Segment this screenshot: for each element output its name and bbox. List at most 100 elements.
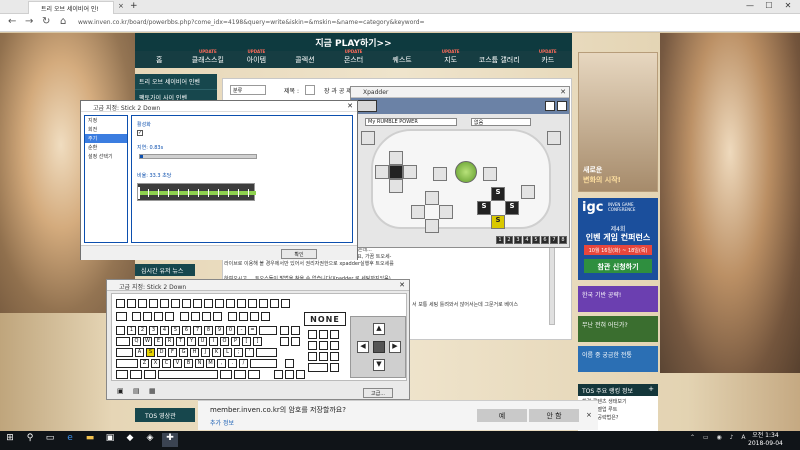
key-w[interactable]: W: [143, 337, 152, 346]
key-o[interactable]: O: [220, 337, 229, 346]
key[interactable]: [160, 299, 169, 308]
key-f[interactable]: [213, 312, 222, 321]
ad-banner[interactable]: 무난 전혀 어딘가?: [578, 316, 658, 342]
delay-slider[interactable]: [139, 154, 257, 159]
key-arrow-down[interactable]: [285, 370, 294, 379]
browser-tab[interactable]: 트리 오브 세이비어 인!: [28, 1, 114, 14]
key[interactable]: [182, 299, 191, 308]
key-numpad[interactable]: [330, 330, 339, 339]
home-icon[interactable]: ⌂: [60, 16, 66, 27]
key-comma[interactable]: ,: [217, 359, 226, 368]
stick1-center-button[interactable]: [389, 165, 403, 179]
igc-ad[interactable]: igc INVEN GAME CONFERENCE 제4회 인벤 게임 컨퍼런스…: [578, 198, 658, 280]
key-numpad[interactable]: [319, 330, 328, 339]
lb-button[interactable]: [361, 131, 375, 145]
advanced-button[interactable]: 고급...: [363, 388, 393, 398]
store-icon[interactable]: ▣: [102, 433, 118, 447]
key-p[interactable]: P: [231, 337, 240, 346]
key[interactable]: [281, 299, 290, 308]
key-win[interactable]: [130, 370, 142, 379]
page-number[interactable]: 7: [550, 236, 558, 244]
nav-item[interactable]: 홈: [135, 51, 184, 68]
nav-item[interactable]: UPDATE 카드: [524, 49, 573, 68]
close-icon[interactable]: ✕: [560, 88, 566, 96]
key-ctrl[interactable]: [116, 370, 128, 379]
key-numpad[interactable]: [319, 352, 328, 361]
mouse-right-icon[interactable]: ▶: [389, 341, 401, 353]
key-space[interactable]: [158, 370, 218, 379]
key-f[interactable]: [202, 312, 211, 321]
key-a[interactable]: A: [135, 348, 144, 357]
search-icon[interactable]: ⚲: [22, 433, 38, 447]
key-2[interactable]: 2: [138, 326, 147, 335]
title-select[interactable]: [305, 85, 315, 95]
stick1-down-button[interactable]: [389, 179, 403, 193]
key-f[interactable]: [132, 312, 141, 321]
key-f[interactable]: [239, 312, 248, 321]
settings-icon[interactable]: [545, 101, 555, 111]
tree-item[interactable]: 지정: [85, 116, 127, 125]
forward-icon[interactable]: →: [25, 16, 33, 27]
key-arrow-left[interactable]: [274, 370, 283, 379]
key-f[interactable]: [228, 312, 237, 321]
stick1-right-button[interactable]: [403, 165, 417, 179]
plus-icon[interactable]: +: [648, 385, 654, 393]
key[interactable]: [204, 299, 213, 308]
face-button-a[interactable]: S: [491, 215, 505, 229]
key-f[interactable]: [180, 312, 189, 321]
left-menu-news[interactable]: 심시간 유저 뉴스: [135, 264, 195, 276]
tree-item[interactable]: 설정 선택기: [85, 152, 127, 161]
key-6[interactable]: 6: [182, 326, 191, 335]
key-semicolon[interactable]: ;: [234, 348, 243, 357]
window-icon[interactable]: [557, 101, 567, 111]
key[interactable]: [237, 299, 246, 308]
gamepad-icon[interactable]: ▦: [149, 387, 156, 395]
key-d[interactable]: D: [157, 348, 166, 357]
tab-close-icon[interactable]: ×: [118, 2, 124, 10]
rate-waveform[interactable]: [137, 183, 256, 201]
key-y[interactable]: Y: [187, 337, 196, 346]
key-5[interactable]: 5: [171, 326, 180, 335]
mouse-down-icon[interactable]: ▼: [373, 359, 385, 371]
dpad-down-button[interactable]: [425, 219, 439, 233]
close-icon[interactable]: ✕: [347, 102, 353, 110]
key[interactable]: [259, 299, 268, 308]
folder-icon[interactable]: ▬: [82, 433, 98, 447]
set-select[interactable]: 없음: [471, 118, 531, 126]
page-number[interactable]: 1: [496, 236, 504, 244]
clock[interactable]: 오전 1:34 2018-09-04: [748, 432, 783, 448]
nav-item[interactable]: UPDATE 아이템: [232, 49, 281, 68]
key-numpad[interactable]: [319, 341, 328, 350]
url-field[interactable]: www.inven.co.kr/board/powerbbs.php?come_…: [78, 17, 638, 29]
igc-register-button[interactable]: 참관 신청하기: [584, 259, 652, 273]
enabled-checkbox[interactable]: ✓: [137, 130, 143, 136]
mouse-left-icon[interactable]: ◀: [357, 341, 369, 353]
game-ad[interactable]: 새로운 변화의 시작!: [578, 52, 658, 192]
tos-video-button[interactable]: TOS 영상관: [135, 408, 195, 422]
mouse-icon[interactable]: ▣: [117, 387, 124, 395]
key-alt-right[interactable]: [220, 370, 232, 379]
key-numpad-0[interactable]: [308, 363, 328, 372]
key-minus[interactable]: -: [237, 326, 246, 335]
dpad-left-button[interactable]: [411, 205, 425, 219]
dpad-right-button[interactable]: [439, 205, 453, 219]
page-number[interactable]: 5: [532, 236, 540, 244]
key-m[interactable]: M: [206, 359, 215, 368]
key-tab[interactable]: [116, 337, 130, 346]
key-arrow-up[interactable]: [285, 359, 294, 368]
key-1[interactable]: 1: [127, 326, 136, 335]
key-numpad[interactable]: [308, 352, 317, 361]
tree-item[interactable]: 회전: [85, 125, 127, 134]
face-button-b[interactable]: S: [505, 201, 519, 215]
key-r[interactable]: R: [165, 337, 174, 346]
key-shift-right[interactable]: [250, 359, 277, 368]
key-f[interactable]: [261, 312, 270, 321]
nav-item[interactable]: UPDATE 클래스스킬: [184, 49, 233, 68]
key-u[interactable]: U: [198, 337, 207, 346]
key-e[interactable]: E: [154, 337, 163, 346]
key-period[interactable]: .: [228, 359, 237, 368]
scrollbar[interactable]: [549, 240, 555, 325]
key-q[interactable]: Q: [132, 337, 141, 346]
key-9[interactable]: 9: [215, 326, 224, 335]
page-number[interactable]: 6: [541, 236, 549, 244]
